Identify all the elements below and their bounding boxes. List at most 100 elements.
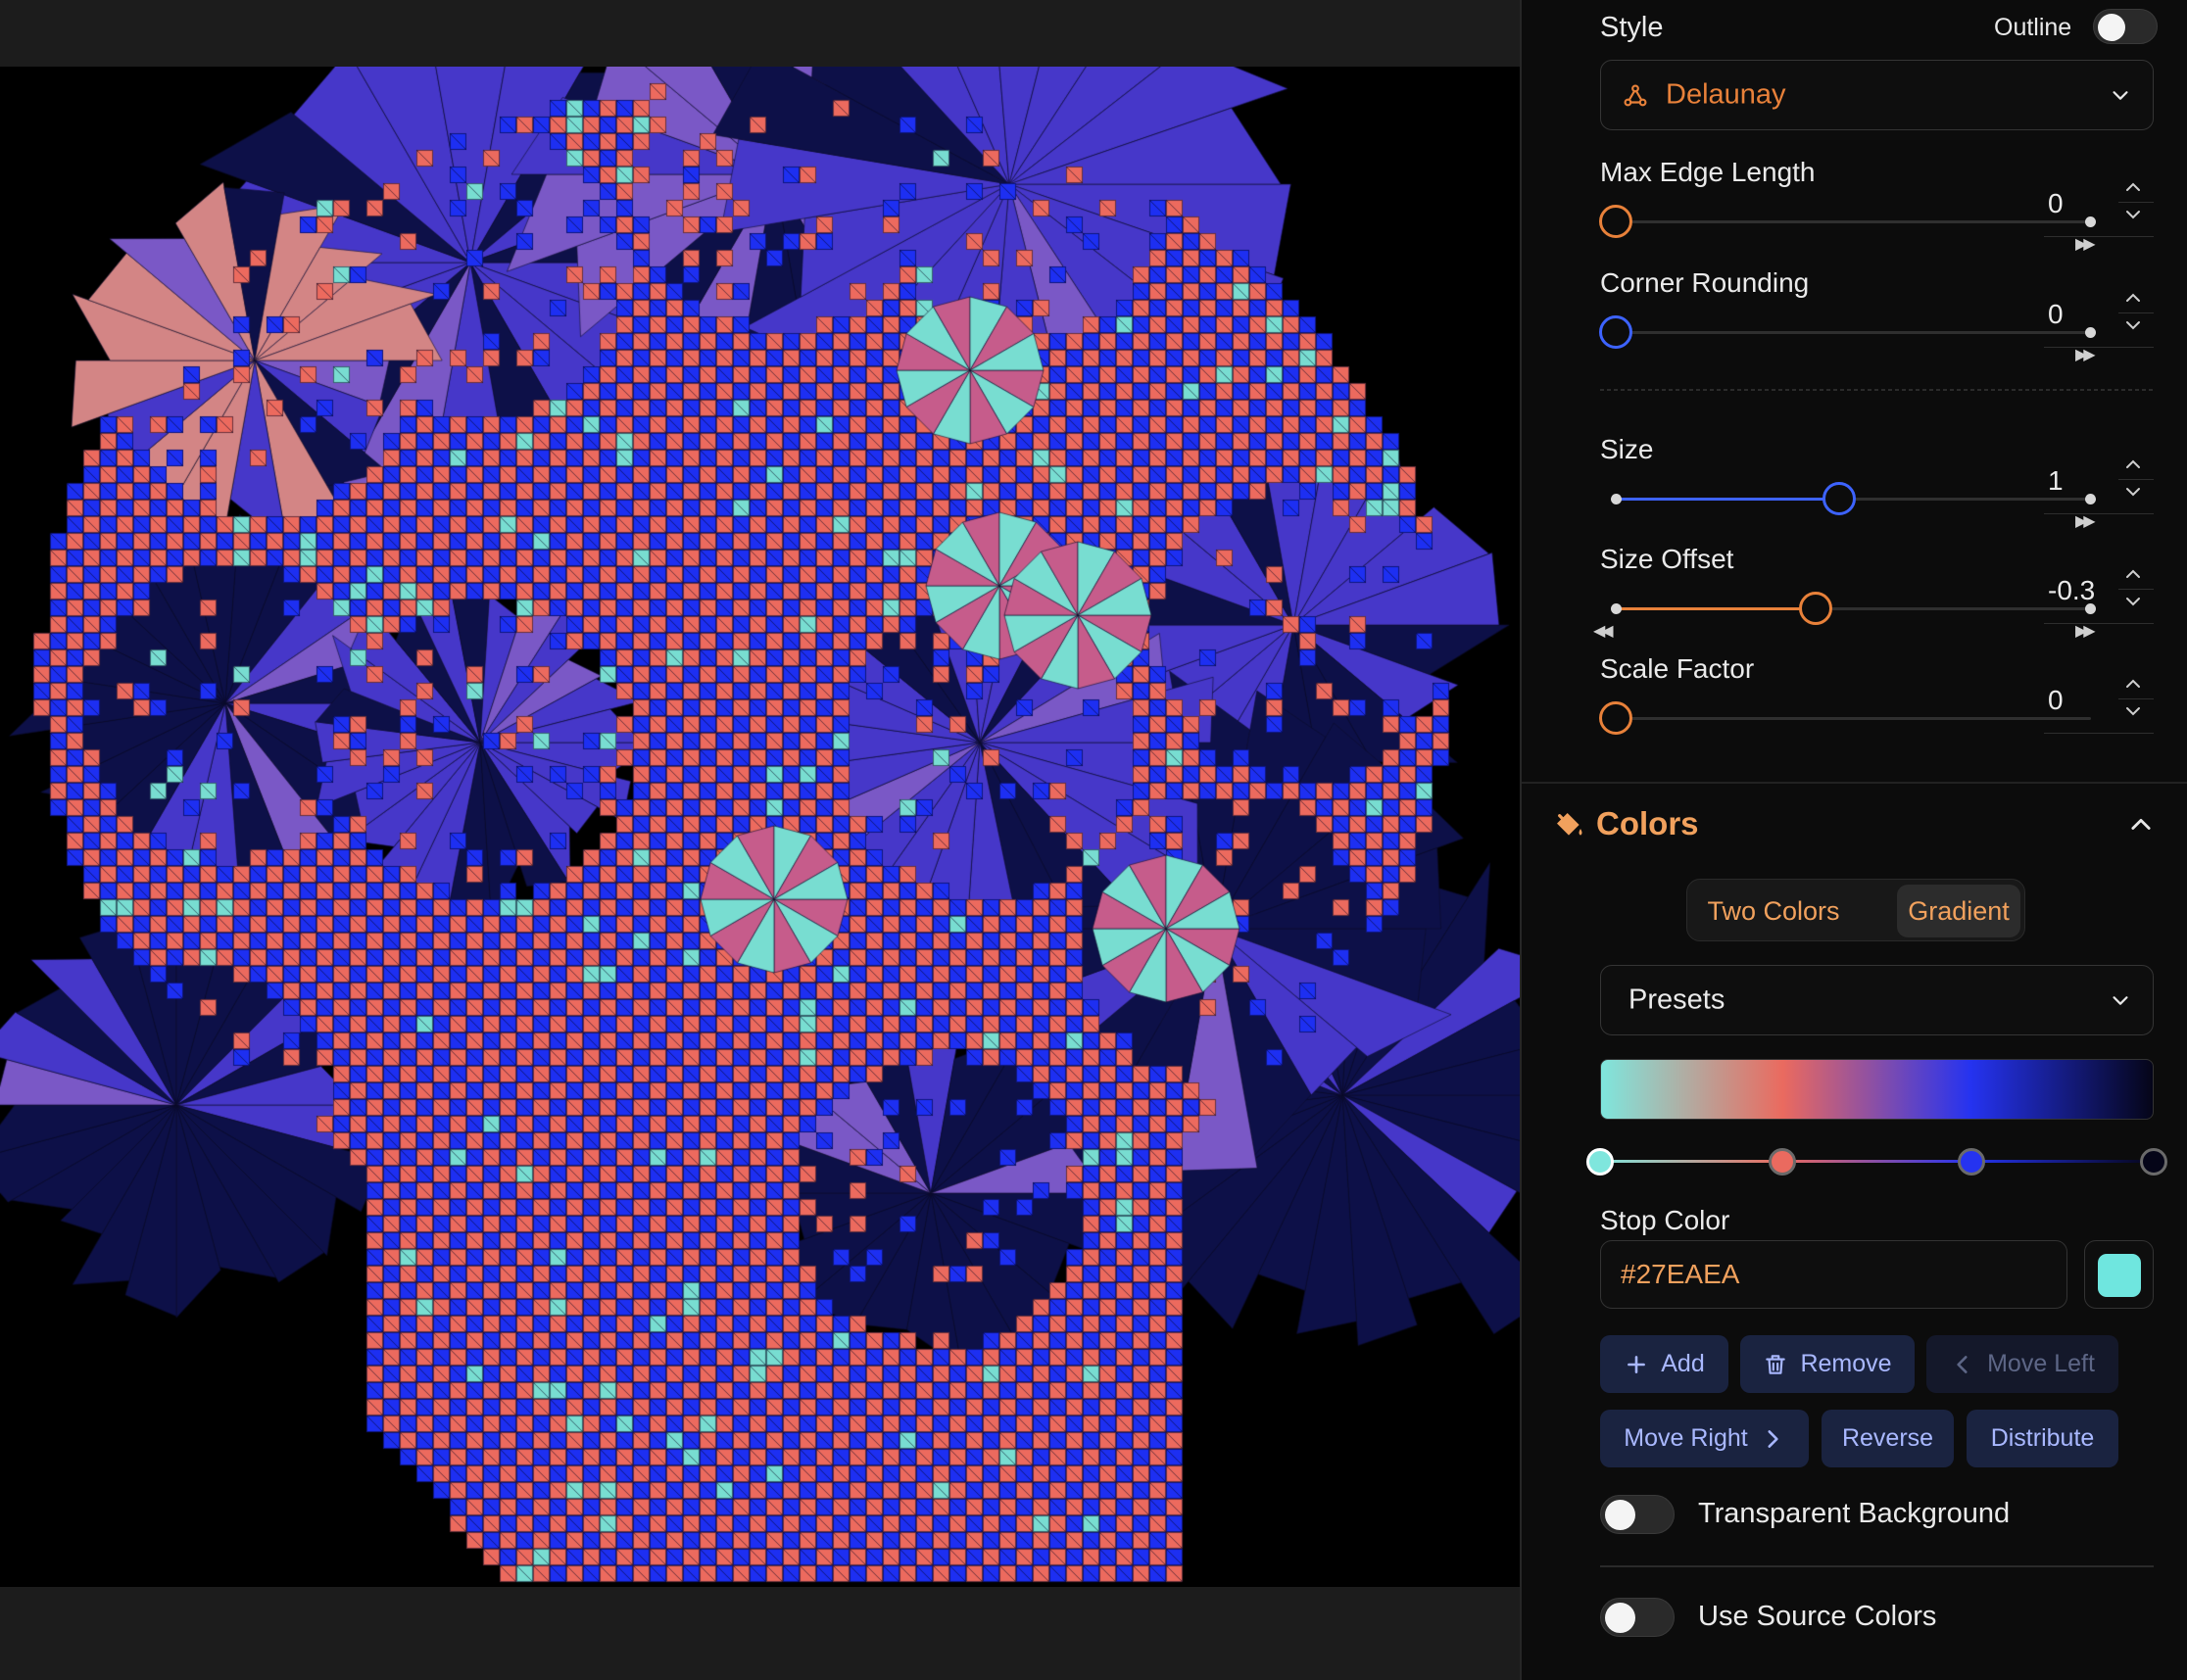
gradient-stop-handle[interactable] (1586, 1148, 1614, 1176)
size-offset-slider-fill (1616, 607, 1816, 610)
toggle-divider (1600, 1565, 2154, 1567)
use-source-colors-label: Use Source Colors (1698, 1601, 1937, 1632)
artwork-canvas[interactable] (0, 67, 1520, 1587)
corner-rounding-fast-forward-icon[interactable]: ▶▶ (2075, 345, 2096, 364)
style-select[interactable]: Delaunay (1600, 60, 2154, 130)
size-slider-start-dot (1611, 494, 1622, 504)
outline-label: Outline (1994, 14, 2072, 41)
scale-factor-slider-track[interactable] (1616, 717, 2091, 720)
increment-chevron-up-icon[interactable] (2124, 677, 2142, 691)
decrement-chevron-down-icon[interactable] (2124, 704, 2142, 718)
size-offset-slider-thumb[interactable] (1798, 592, 1832, 625)
outline-toggle-knob (2098, 14, 2125, 41)
colors-title: Colors (1596, 805, 1699, 841)
decrement-chevron-down-icon[interactable] (2124, 595, 2142, 608)
gradient-stop-track[interactable] (1600, 1160, 2154, 1163)
corner-rounding-number-input[interactable]: 0 (2030, 281, 2154, 348)
gradient-preview-bar (1600, 1059, 2154, 1120)
presets-select-value: Presets (1628, 984, 1725, 1016)
size-offset-stepper-separator (2118, 589, 2154, 590)
stop-color-swatch-button[interactable] (2084, 1240, 2154, 1309)
scale-factor-number-input[interactable]: 0 (2030, 667, 2154, 734)
stop-color-label: Stop Color (1600, 1205, 1730, 1235)
distribute-button[interactable]: Distribute (1967, 1410, 2118, 1467)
size-offset-rewind-icon[interactable]: ◀◀ (1593, 621, 1614, 641)
remove-stop-button[interactable]: Remove (1740, 1335, 1915, 1393)
size-slider-thumb[interactable] (1822, 482, 1856, 515)
corner-rounding-slider-thumb[interactable] (1599, 315, 1632, 349)
corner-rounding-slider-track[interactable] (1616, 331, 2091, 334)
max-edge-length-number-input[interactable]: 0 (2030, 170, 2154, 237)
chevron-down-icon (2113, 996, 2128, 1005)
stop-color-input[interactable]: #27EAEA (1600, 1240, 2067, 1309)
size-offset-slider-start-dot (1611, 603, 1622, 614)
canvas-bottom-bar (0, 1587, 1520, 1680)
presets-select[interactable]: Presets (1600, 965, 2154, 1035)
scale-factor-value: 0 (2048, 685, 2064, 715)
scale-factor-stepper-separator (2118, 698, 2154, 699)
use-source-colors-toggle-knob (1605, 1603, 1635, 1633)
scale-factor-input-underline (2044, 732, 2154, 734)
size-offset-value: -0.3 (2048, 575, 2096, 605)
max-edge-length-slider-thumb[interactable] (1599, 205, 1632, 238)
stop-color-swatch (2098, 1254, 2141, 1297)
transparent-background-toggle-knob (1605, 1500, 1635, 1530)
increment-chevron-up-icon[interactable] (2124, 457, 2142, 471)
size-slider-fill (1616, 498, 1839, 501)
transparent-background-toggle[interactable] (1600, 1495, 1675, 1534)
style-label: Style (1600, 12, 1664, 43)
increment-chevron-up-icon[interactable] (2124, 291, 2142, 305)
decrement-chevron-down-icon[interactable] (2124, 208, 2142, 221)
size-offset-number-input[interactable]: -0.3 (2030, 557, 2154, 624)
move-right-button[interactable]: Move Right (1600, 1410, 1809, 1467)
reverse-label: Reverse (1841, 1424, 1934, 1452)
canvas-area (0, 0, 1520, 1680)
decrement-chevron-down-icon[interactable] (2124, 318, 2142, 332)
tab-two-colors[interactable]: Two Colors (1693, 885, 1854, 937)
gradient-stop-handle[interactable] (1769, 1148, 1797, 1176)
color-mode-tabs: Two Colors Gradient (1686, 879, 2025, 941)
chevron-down-icon (2113, 91, 2128, 100)
size-stepper-separator (2118, 479, 2154, 480)
size-input-underline (2044, 512, 2154, 514)
collapse-chevron-up-icon[interactable] (2127, 811, 2155, 839)
corner-rounding-stepper-separator (2118, 312, 2154, 313)
remove-stop-label: Remove (1800, 1350, 1892, 1377)
size-offset-input-underline (2044, 622, 2154, 624)
decrement-chevron-down-icon[interactable] (2124, 485, 2142, 499)
size-value: 1 (2048, 465, 2064, 496)
reverse-button[interactable]: Reverse (1822, 1410, 1954, 1467)
corner-rounding-input-underline (2044, 346, 2154, 348)
move-right-label: Move Right (1624, 1424, 1748, 1452)
size-offset-fast-forward-icon[interactable]: ▶▶ (2075, 621, 2096, 641)
chevron-left-icon (1957, 1355, 1968, 1373)
max-edge-length-input-underline (2044, 235, 2154, 237)
max-edge-length-label: Max Edge Length (1600, 157, 1816, 187)
add-stop-label: Add (1661, 1350, 1705, 1377)
max-edge-length-value: 0 (2048, 188, 2064, 218)
outline-toggle[interactable] (2093, 9, 2158, 44)
tab-gradient[interactable]: Gradient (1897, 885, 2020, 937)
style-select-value: Delaunay (1666, 78, 1786, 111)
increment-chevron-up-icon[interactable] (2124, 567, 2142, 581)
scale-factor-slider-thumb[interactable] (1599, 701, 1632, 735)
gradient-stop-handle[interactable] (2140, 1148, 2167, 1176)
move-left-label: Move Left (1987, 1350, 2095, 1377)
max-edge-length-fast-forward-icon[interactable]: ▶▶ (2075, 234, 2096, 254)
distribute-label: Distribute (1990, 1424, 2095, 1452)
add-stop-button[interactable]: Add (1600, 1335, 1728, 1393)
plus-icon (1628, 1355, 1646, 1373)
scale-factor-label: Scale Factor (1600, 653, 1755, 684)
max-edge-length-slider-track[interactable] (1616, 220, 2091, 223)
gradient-stop-handle[interactable] (1957, 1148, 1985, 1176)
move-left-button[interactable]: Move Left (1926, 1335, 2118, 1393)
chevron-right-icon (1768, 1429, 1778, 1448)
transparent-background-label: Transparent Background (1698, 1498, 2011, 1529)
settings-panel: Style Outline Delaunay Max Edge Length ▶▶… (1522, 0, 2187, 1680)
corner-rounding-value: 0 (2048, 299, 2064, 329)
use-source-colors-toggle[interactable] (1600, 1598, 1675, 1637)
size-number-input[interactable]: 1 (2030, 448, 2154, 514)
size-fast-forward-icon[interactable]: ▶▶ (2075, 511, 2096, 531)
increment-chevron-up-icon[interactable] (2124, 180, 2142, 194)
size-offset-label: Size Offset (1600, 544, 1734, 574)
